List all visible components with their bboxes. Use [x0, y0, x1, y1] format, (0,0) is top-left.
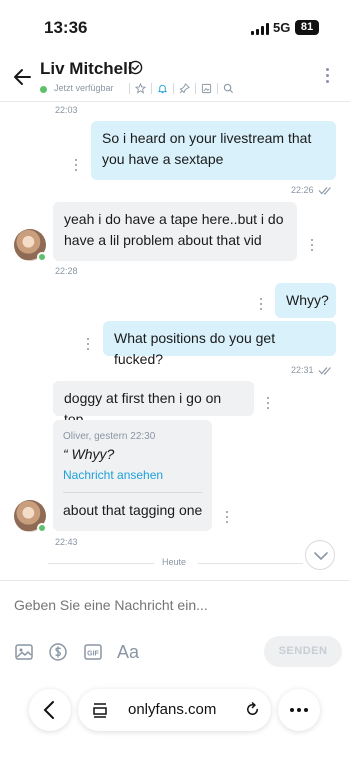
read-checkmarks-icon	[318, 187, 331, 195]
pin-icon[interactable]	[179, 83, 190, 94]
message-text: So i heard on your livestream that	[102, 130, 312, 146]
font-icon[interactable]: Aa	[117, 642, 139, 663]
reply-quote: “ Whyy?	[63, 446, 115, 462]
message-options-icon[interactable]	[75, 159, 78, 172]
divider	[48, 563, 154, 564]
status-time: 13:36	[44, 18, 88, 37]
message-text: you have a sextape	[102, 151, 224, 167]
avatar[interactable]	[14, 229, 47, 262]
reload-icon[interactable]	[244, 701, 261, 718]
outgoing-message[interactable]: Whyy?	[275, 283, 336, 318]
send-button[interactable]: SENDEN	[264, 636, 342, 667]
message-composer: GIF Aa SENDEN	[0, 580, 350, 680]
message-list[interactable]: 22:03 So i heard on your livestream that…	[0, 102, 350, 580]
image-icon[interactable]	[201, 83, 212, 94]
bell-icon[interactable]	[157, 83, 168, 94]
message-options-icon[interactable]	[260, 298, 263, 311]
message-text: have a lil problem about that vid	[64, 232, 262, 248]
reply-author: Oliver, gestern 22:30	[63, 431, 156, 442]
tabs-icon[interactable]	[92, 702, 108, 718]
incoming-message[interactable]: yeah i do have a tape here..but i do hav…	[53, 202, 297, 261]
header-actions	[124, 83, 234, 94]
message-time: 22:28	[55, 266, 78, 276]
incoming-message[interactable]: doggy at first then i go on top	[53, 381, 254, 427]
back-arrow-icon[interactable]	[10, 64, 36, 90]
browser-toolbar: onlyfans.com	[0, 680, 350, 761]
gif-icon[interactable]: GIF	[83, 642, 103, 662]
status-bar: 13:36 5G 81	[0, 0, 350, 56]
divider	[63, 492, 202, 493]
message-time: 22:26	[291, 185, 314, 195]
message-text: Whyy?	[286, 292, 329, 308]
image-icon[interactable]	[14, 642, 34, 662]
more-icon	[290, 708, 308, 712]
message-time: 22:43	[55, 537, 78, 547]
network-label: 5G	[273, 20, 291, 35]
outgoing-message[interactable]: So i heard on your livestream that you h…	[91, 121, 336, 180]
verified-icon	[128, 60, 143, 75]
view-message-link[interactable]: Nachricht ansehen	[63, 468, 163, 482]
url-text: onlyfans.com	[128, 701, 217, 718]
signal-icon	[251, 23, 269, 35]
message-text: about that tagging one	[63, 502, 203, 518]
chevron-left-icon	[43, 701, 54, 719]
svg-text:GIF: GIF	[87, 651, 99, 658]
browser-back-button[interactable]	[29, 689, 71, 731]
divider	[198, 563, 303, 564]
browser-more-button[interactable]	[278, 689, 320, 731]
message-options-icon[interactable]	[87, 338, 90, 351]
star-icon[interactable]	[135, 83, 146, 94]
message-options-icon[interactable]	[226, 511, 229, 524]
message-text: yeah i do have a tape here..but i do	[64, 211, 284, 227]
message-time: 22:31	[291, 365, 314, 375]
outgoing-message[interactable]: What positions do you get fucked?	[103, 321, 336, 367]
message-text: What positions do you get fucked?	[114, 330, 276, 367]
online-status-dot	[40, 86, 47, 93]
chevron-down-icon	[314, 552, 328, 561]
avatar[interactable]	[14, 500, 47, 533]
read-checkmarks-icon	[318, 367, 331, 375]
presence-text: Jetzt verfügbar	[54, 83, 114, 93]
search-icon[interactable]	[223, 83, 234, 94]
date-divider-label: Heute	[162, 557, 187, 567]
address-bar[interactable]: onlyfans.com	[78, 689, 271, 731]
incoming-reply-message[interactable]: Oliver, gestern 22:30 “ Whyy? Nachricht …	[53, 420, 212, 531]
message-options-icon[interactable]	[267, 397, 270, 410]
battery-icon: 81	[295, 20, 319, 35]
message-time: 22:03	[55, 105, 78, 115]
chat-header: Liv Mitchell Jetzt verfügbar	[0, 56, 350, 102]
message-input[interactable]	[14, 597, 334, 613]
message-options-icon[interactable]	[311, 239, 314, 252]
more-options-icon[interactable]	[322, 68, 332, 88]
contact-name[interactable]: Liv Mitchell	[40, 59, 133, 79]
dollar-icon[interactable]	[48, 642, 68, 662]
scroll-to-bottom-button[interactable]	[305, 540, 335, 570]
